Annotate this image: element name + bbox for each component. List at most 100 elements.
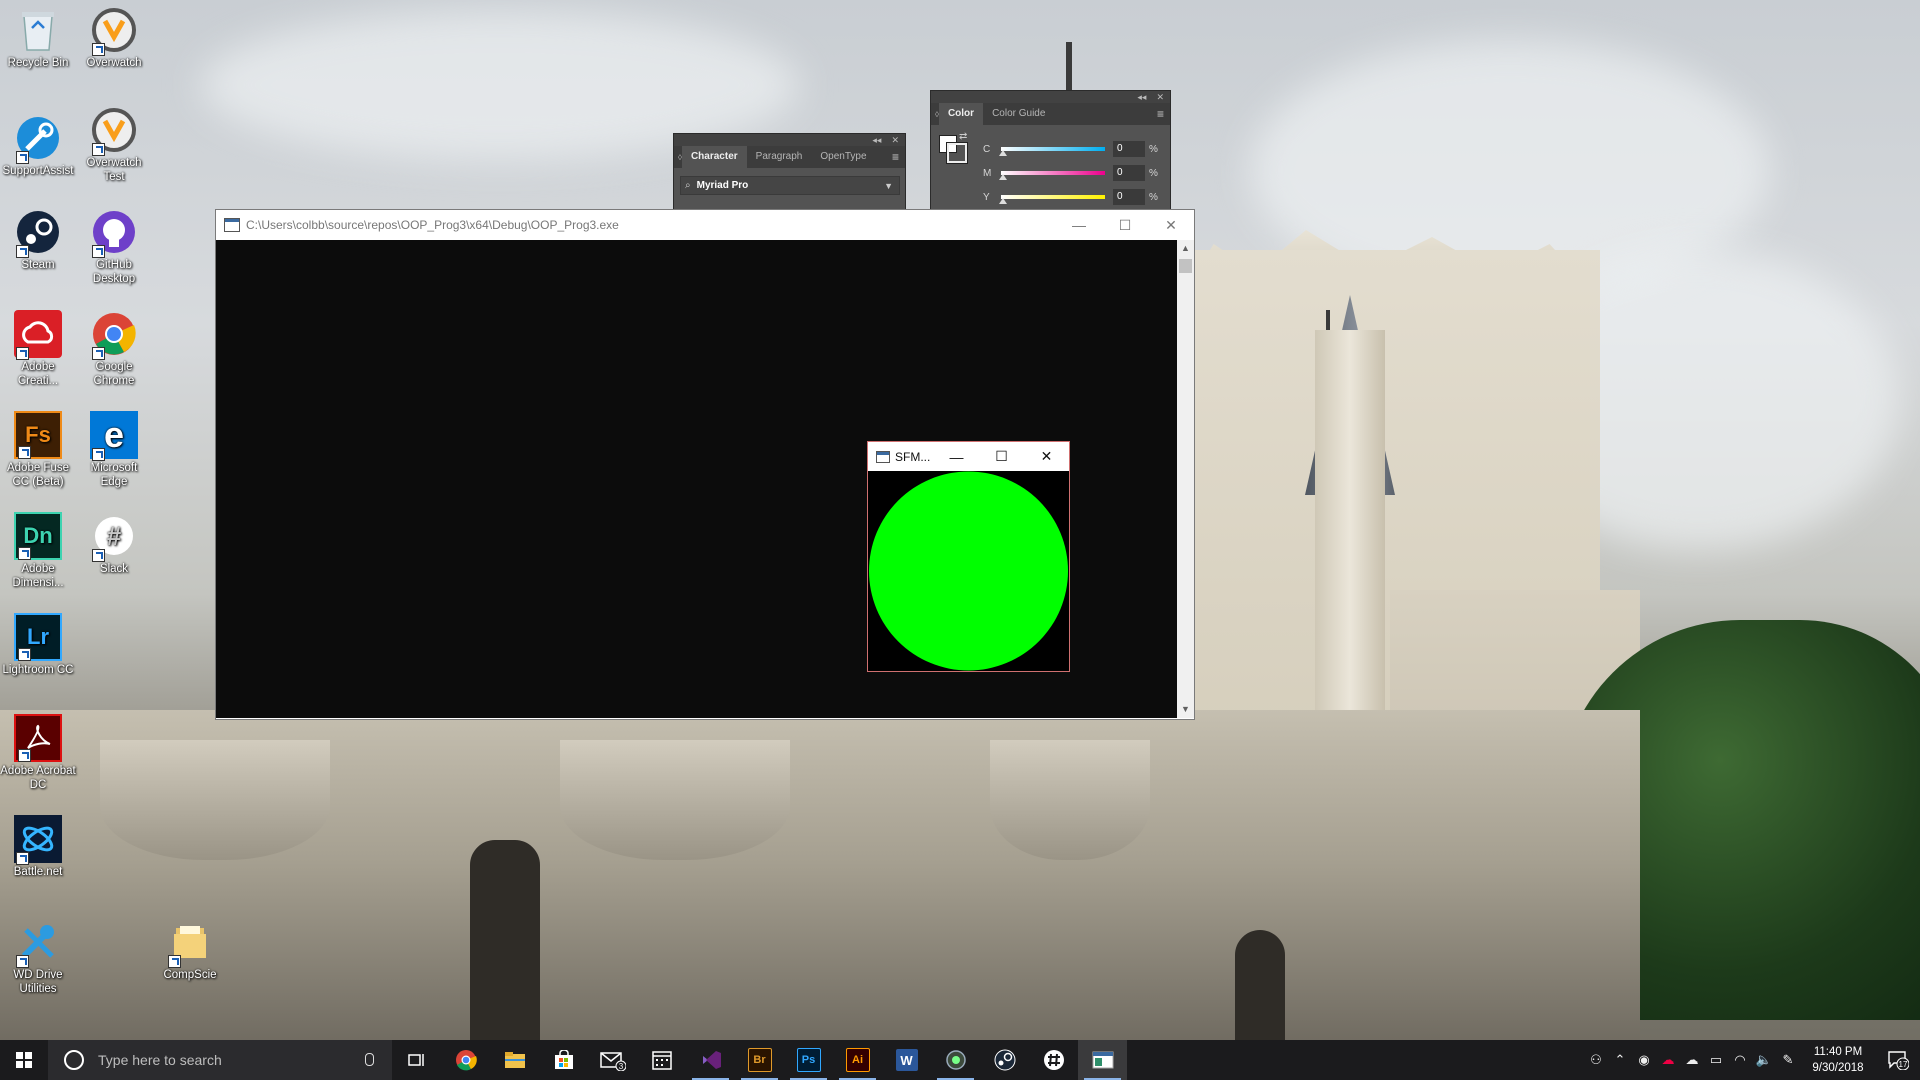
sfml-canvas[interactable] bbox=[868, 471, 1069, 671]
lightroom-icon: Lr bbox=[14, 613, 62, 661]
minimize-button[interactable]: — bbox=[1056, 210, 1102, 240]
chevron-down-icon: ▼ bbox=[884, 180, 893, 191]
tab-color[interactable]: Color bbox=[938, 103, 984, 125]
tab-paragraph[interactable]: Paragraph bbox=[747, 146, 812, 168]
taskbar-app-generic[interactable] bbox=[931, 1040, 980, 1080]
creative-cloud-tray-icon[interactable]: ☁ bbox=[1656, 1052, 1680, 1068]
wifi-icon[interactable]: ◠ bbox=[1728, 1052, 1752, 1068]
yellow-slider[interactable] bbox=[999, 195, 1105, 204]
chevron-up-icon[interactable]: ⌃ bbox=[1608, 1052, 1632, 1068]
font-family-value: Myriad Pro bbox=[696, 180, 749, 191]
desktop-icon-steam[interactable]: Steam bbox=[0, 208, 76, 272]
desktop-icon-label: Adobe Creati... bbox=[17, 361, 59, 387]
character-panel: ◂◂ ✕ ◊ Character Paragraph OpenType ≡ ⌕ M… bbox=[673, 133, 906, 211]
desktop-icon-google-chrome[interactable]: Google Chrome bbox=[76, 310, 152, 388]
sfml-titlebar[interactable]: SFM... — ☐ ✕ bbox=[868, 442, 1069, 471]
desktop-icon-adobe-fuse[interactable]: Fs Adobe Fuse CC (Beta) bbox=[0, 411, 76, 489]
maximize-button[interactable]: ☐ bbox=[979, 442, 1024, 471]
taskbar-app-word[interactable]: W bbox=[882, 1040, 931, 1080]
edge-icon: e bbox=[90, 411, 138, 461]
tab-opentype[interactable]: OpenType bbox=[811, 146, 875, 168]
desktop-icon-recycle-bin[interactable]: Recycle Bin bbox=[0, 6, 76, 70]
minimize-button[interactable]: — bbox=[934, 442, 979, 471]
desktop-icon-supportassist[interactable]: SupportAssist bbox=[0, 114, 76, 178]
scroll-up-icon[interactable]: ▲ bbox=[1177, 240, 1194, 257]
collapse-panel-icon[interactable]: ◂◂ bbox=[872, 135, 881, 146]
start-button[interactable] bbox=[0, 1040, 48, 1080]
collapse-panel-icon[interactable]: ◂◂ bbox=[1137, 92, 1146, 103]
desktop-icon-label: WD Drive Utilities bbox=[13, 969, 63, 995]
taskbar-search-box[interactable]: Type here to search bbox=[48, 1040, 392, 1080]
battery-icon[interactable]: ▭ bbox=[1704, 1052, 1728, 1068]
steam-tray-icon[interactable]: ◉ bbox=[1632, 1052, 1656, 1068]
pen-icon[interactable]: ✎ bbox=[1776, 1052, 1800, 1068]
close-panel-icon[interactable]: ✕ bbox=[891, 135, 899, 146]
desktop-icon-battlenet[interactable]: Battle.net bbox=[0, 815, 76, 879]
clock-date: 9/30/2018 bbox=[1812, 1062, 1864, 1074]
magenta-slider[interactable] bbox=[999, 171, 1105, 180]
panel-toggle-icon[interactable]: ◊ bbox=[931, 110, 939, 119]
console-app-icon bbox=[224, 218, 240, 232]
desktop-icon-lightroom[interactable]: Lr Lightroom CC bbox=[0, 613, 76, 677]
taskbar-app-bridge[interactable]: Br bbox=[735, 1040, 784, 1080]
yellow-value-input[interactable]: 0 bbox=[1113, 189, 1145, 205]
desktop-icon-overwatch-test[interactable]: Overwatch Test bbox=[76, 106, 152, 184]
steam-icon bbox=[994, 1049, 1015, 1071]
panel-menu-icon[interactable]: ≡ bbox=[892, 150, 899, 164]
desktop-icon-github-desktop[interactable]: GitHub Desktop bbox=[76, 208, 152, 286]
magenta-value-input[interactable]: 0 bbox=[1113, 165, 1145, 181]
console-titlebar[interactable]: C:\Users\colbb\source\repos\OOP_Prog3\x6… bbox=[216, 210, 1194, 240]
swap-colors-icon[interactable]: ⇄ bbox=[959, 131, 967, 142]
photoshop-icon: Ps bbox=[796, 1048, 821, 1072]
desktop-icon-microsoft-edge[interactable]: e Microsoft Edge bbox=[76, 411, 152, 489]
taskbar-app-store[interactable] bbox=[539, 1040, 588, 1080]
desktop-icon-compscie-folder[interactable]: CompScie bbox=[152, 918, 228, 982]
tab-character[interactable]: Character bbox=[681, 146, 747, 168]
windows-logo-icon bbox=[16, 1052, 32, 1068]
people-icon[interactable]: ⚇ bbox=[1584, 1052, 1608, 1068]
close-panel-icon[interactable]: ✕ bbox=[1156, 92, 1164, 103]
battlenet-icon bbox=[14, 815, 62, 865]
taskbar-app-steam[interactable] bbox=[980, 1040, 1029, 1080]
scroll-thumb[interactable] bbox=[1179, 259, 1192, 273]
desktop-icon-adobe-acrobat[interactable]: Adobe Acrobat DC bbox=[0, 714, 76, 792]
desktop-icon-label: GitHub Desktop bbox=[92, 259, 136, 285]
desktop-icon-slack[interactable]: # Slack bbox=[76, 512, 152, 576]
onedrive-icon[interactable]: ☁ bbox=[1680, 1052, 1704, 1068]
font-family-select[interactable]: ⌕ Myriad Pro ▼ bbox=[680, 176, 900, 195]
sfml-window-title: SFM... bbox=[895, 449, 931, 464]
volume-icon[interactable]: 🔈 bbox=[1752, 1052, 1776, 1068]
svg-text:3: 3 bbox=[618, 1062, 623, 1071]
cyan-value-input[interactable]: 0 bbox=[1113, 141, 1145, 157]
taskbar-app-chrome[interactable] bbox=[441, 1040, 490, 1080]
desktop-icon-wd-drive-utilities[interactable]: WD Drive Utilities bbox=[0, 918, 76, 996]
dimension-glyph: Dn bbox=[23, 523, 53, 548]
taskbar-app-file-explorer[interactable] bbox=[490, 1040, 539, 1080]
panel-toggle-icon[interactable]: ◊ bbox=[674, 153, 682, 162]
cyan-slider[interactable] bbox=[999, 147, 1105, 156]
stroke-swatch[interactable] bbox=[946, 142, 968, 164]
console-scrollbar[interactable]: ▲ ▼ bbox=[1177, 240, 1194, 718]
scroll-down-icon[interactable]: ▼ bbox=[1177, 701, 1194, 718]
taskbar-app-calendar[interactable] bbox=[637, 1040, 686, 1080]
tab-color-guide[interactable]: Color Guide bbox=[983, 103, 1054, 125]
maximize-button[interactable]: ☐ bbox=[1102, 210, 1148, 240]
taskbar: Type here to search 3 Br Ps Ai W ⚇ ⌃ ◉ ☁… bbox=[0, 1040, 1920, 1080]
taskbar-app-mail[interactable]: 3 bbox=[588, 1040, 637, 1080]
panel-menu-icon[interactable]: ≡ bbox=[1157, 107, 1164, 121]
action-center-button[interactable]: 17 bbox=[1876, 1040, 1920, 1080]
desktop-icon-adobe-dimension[interactable]: Dn Adobe Dimensi... bbox=[0, 512, 76, 590]
desktop-icon-adobe-creative-cloud[interactable]: Adobe Creati... bbox=[0, 310, 76, 388]
microphone-icon[interactable] bbox=[365, 1053, 374, 1066]
task-view-button[interactable] bbox=[392, 1040, 441, 1080]
taskbar-app-illustrator[interactable]: Ai bbox=[833, 1040, 882, 1080]
taskbar-app-photoshop[interactable]: Ps bbox=[784, 1040, 833, 1080]
taskbar-clock[interactable]: 11:40 PM 9/30/2018 bbox=[1800, 1044, 1876, 1076]
desktop-icon-overwatch[interactable]: Overwatch bbox=[76, 6, 152, 70]
close-button[interactable]: ✕ bbox=[1148, 210, 1194, 240]
close-button[interactable]: ✕ bbox=[1024, 442, 1069, 471]
sfml-window[interactable]: SFM... — ☐ ✕ bbox=[867, 441, 1070, 672]
taskbar-app-console[interactable] bbox=[1078, 1040, 1127, 1080]
taskbar-app-slack[interactable] bbox=[1029, 1040, 1078, 1080]
taskbar-app-visual-studio[interactable] bbox=[686, 1040, 735, 1080]
